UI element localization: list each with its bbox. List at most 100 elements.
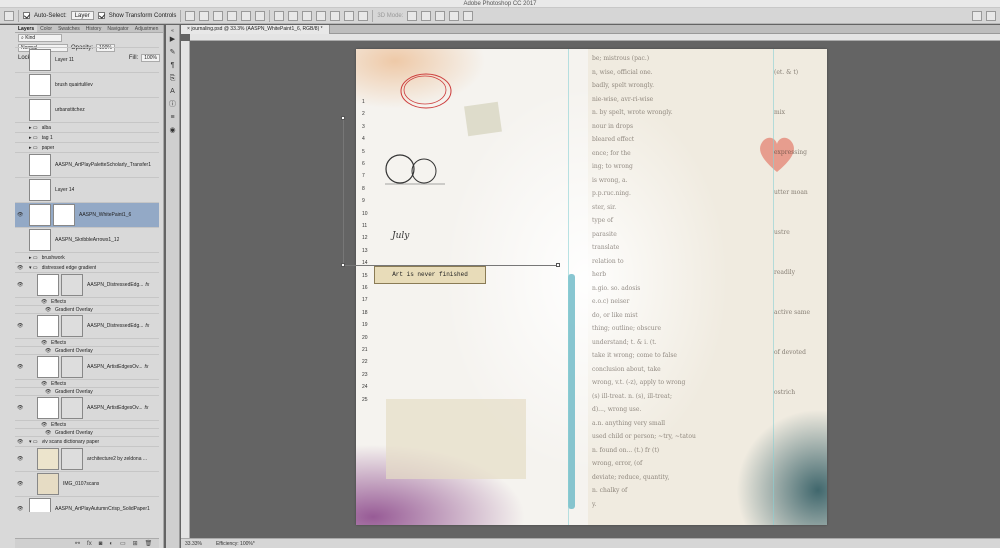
adjustment-layer-icon[interactable]: ◐ [109,541,113,547]
eye-icon[interactable]: 👁 [45,348,51,354]
distribute-center-icon[interactable] [330,10,341,21]
eye-icon[interactable]: 👁 [41,340,47,346]
distribute-bottom-icon[interactable] [302,10,313,21]
eye-icon[interactable]: 👁 [17,265,23,271]
paragraph-icon[interactable]: ¶ [166,59,179,72]
layer-row[interactable]: 👁 AASPN_DistressedEdg... fx [15,273,159,298]
tab-history[interactable]: History [83,25,105,32]
auto-align-icon[interactable] [358,10,369,21]
efficiency-readout[interactable]: Efficiency: 100%* [216,541,255,547]
clone-source-icon[interactable]: ⎘ [166,72,179,85]
vertical-ruler[interactable] [181,41,190,538]
tab-layers[interactable]: Layers [15,25,38,32]
tab-navigator[interactable]: Navigator [104,25,131,32]
eye-icon[interactable]: 👁 [17,405,23,411]
align-center-icon[interactable] [241,10,252,21]
layer-row[interactable]: 👁 AASPN_ArtistEdgesOv... fx [15,396,159,421]
link-layers-icon[interactable]: ⚯ [75,540,80,547]
workspace-icon[interactable] [986,10,996,21]
layer-group-row[interactable]: 👁 ▾ ▭ distressed edge gradient [15,263,159,273]
eye-icon[interactable]: 👁 [41,422,47,428]
fx-icon[interactable]: fx [87,541,92,547]
transform-handle[interactable] [341,116,345,120]
layer-row[interactable]: Layer 14 [15,178,159,203]
eye-icon[interactable]: 👁 [45,430,51,436]
search-icon[interactable] [972,10,982,21]
play-icon[interactable]: ▶ [166,33,179,46]
eye-icon[interactable]: 👁 [41,299,47,305]
layer-row[interactable]: brush quairtulilev [15,73,159,98]
brush-settings-icon[interactable]: ✎ [166,46,179,59]
zoom-level[interactable]: 33.33% [185,541,202,547]
fx-badge[interactable]: fx [144,405,148,411]
layer-group-row[interactable]: 👁 ▾ ▭ viv scans dictionary paper [15,437,159,447]
layer-group-row[interactable]: ▸ ▭ brushwork [15,253,159,263]
document-tab[interactable]: × journaling.psd @ 33.3% (AASPN_WhitePai… [181,25,330,34]
eye-icon[interactable]: 👁 [17,439,23,445]
layer-group-row[interactable]: ▸ ▭ tag 1 [15,133,159,143]
layer-row[interactable]: 👁 AASPN_DistressedEdg... fx [15,314,159,339]
transform-handle[interactable] [556,263,560,267]
tab-color[interactable]: Color [37,25,55,32]
info-icon[interactable]: ⓘ [166,98,179,111]
eye-icon[interactable]: 👁 [45,307,51,313]
eye-icon[interactable]: 👁 [17,364,23,370]
eye-icon[interactable]: 👁 [17,456,23,462]
eye-icon[interactable]: 👁 [17,282,23,288]
3d-slide-icon[interactable] [449,10,460,21]
eye-icon[interactable]: 👁 [17,212,23,218]
effects-row[interactable]: 👁 Effects [15,298,159,306]
new-group-icon[interactable]: ▭ [120,540,126,547]
align-left-icon[interactable] [227,10,238,21]
trash-icon[interactable]: 🗑 [145,540,153,547]
layer-group-row[interactable]: ▸ ▭ paper [15,143,159,153]
3d-scale-icon[interactable] [463,10,474,21]
new-layer-icon[interactable]: ⊞ [133,540,138,547]
eye-icon[interactable]: 👁 [17,506,23,512]
collapse-icon[interactable]: « [166,25,179,34]
align-right-icon[interactable] [255,10,266,21]
layer-row[interactable]: urbanstitchez [15,98,159,123]
eye-icon[interactable]: 👁 [17,481,23,487]
layer-row-selected[interactable]: 👁 AASPN_WhitePaint1_6 [15,203,159,228]
filter-kind-dropdown[interactable]: ⌕ Kind [18,34,62,42]
transform-handle[interactable] [341,263,345,267]
show-transform-checkbox[interactable] [97,12,105,19]
effects-row[interactable]: 👁 Effects [15,380,159,388]
layer-row[interactable]: AASPN_SkribbleArrows1_12 [15,228,159,253]
align-middle-icon[interactable] [199,10,210,21]
eye-icon[interactable]: 👁 [17,323,23,329]
layer-group-row[interactable]: ▸ ▭ alba [15,123,159,133]
distribute-right-icon[interactable] [344,10,355,21]
auto-select-dropdown[interactable]: Layer [70,11,94,20]
layer-row[interactable]: 👁 architecture2 by zeldona ... [15,447,159,472]
align-top-icon[interactable] [185,10,196,21]
effect-row[interactable]: 👁 Gradient Overlay [15,306,159,314]
effect-row[interactable]: 👁 Gradient Overlay [15,429,159,437]
layer-row[interactable]: 👁 IMG_0107scans [15,472,159,497]
layer-row[interactable]: AASPN_ArtPlayPaletteScholarly_Transfer1 [15,153,159,178]
fx-badge[interactable]: fx [145,282,149,288]
layer-row[interactable]: Layer 11 [15,48,159,73]
3d-orbit-icon[interactable] [407,10,418,21]
effect-row[interactable]: 👁 Gradient Overlay [15,347,159,355]
effects-row[interactable]: 👁 Effects [15,421,159,429]
effect-row[interactable]: 👁 Gradient Overlay [15,388,159,396]
tab-swatches[interactable]: Swatches [55,25,83,32]
character-icon[interactable]: A [166,85,179,98]
eye-icon[interactable]: 👁 [41,381,47,387]
libraries-icon[interactable]: ◉ [166,124,179,137]
horizontal-ruler[interactable] [190,34,1000,41]
distribute-top-icon[interactable] [274,10,285,21]
move-tool-icon[interactable] [4,10,14,21]
distribute-middle-icon[interactable] [288,10,299,21]
properties-icon[interactable]: ≡ [166,111,179,124]
add-mask-icon[interactable]: ◙ [99,541,103,547]
effects-row[interactable]: 👁 Effects [15,339,159,347]
layer-row[interactable]: 👁 AASPN_ArtistEdgesOv... fx [15,355,159,380]
distribute-left-icon[interactable] [316,10,327,21]
tab-adjustments[interactable]: Adjustmen [132,25,162,32]
auto-select-checkbox[interactable] [23,12,30,19]
document-canvas[interactable]: July Art is never finished be; mistrous … [356,49,827,525]
fx-badge[interactable]: fx [144,364,148,370]
